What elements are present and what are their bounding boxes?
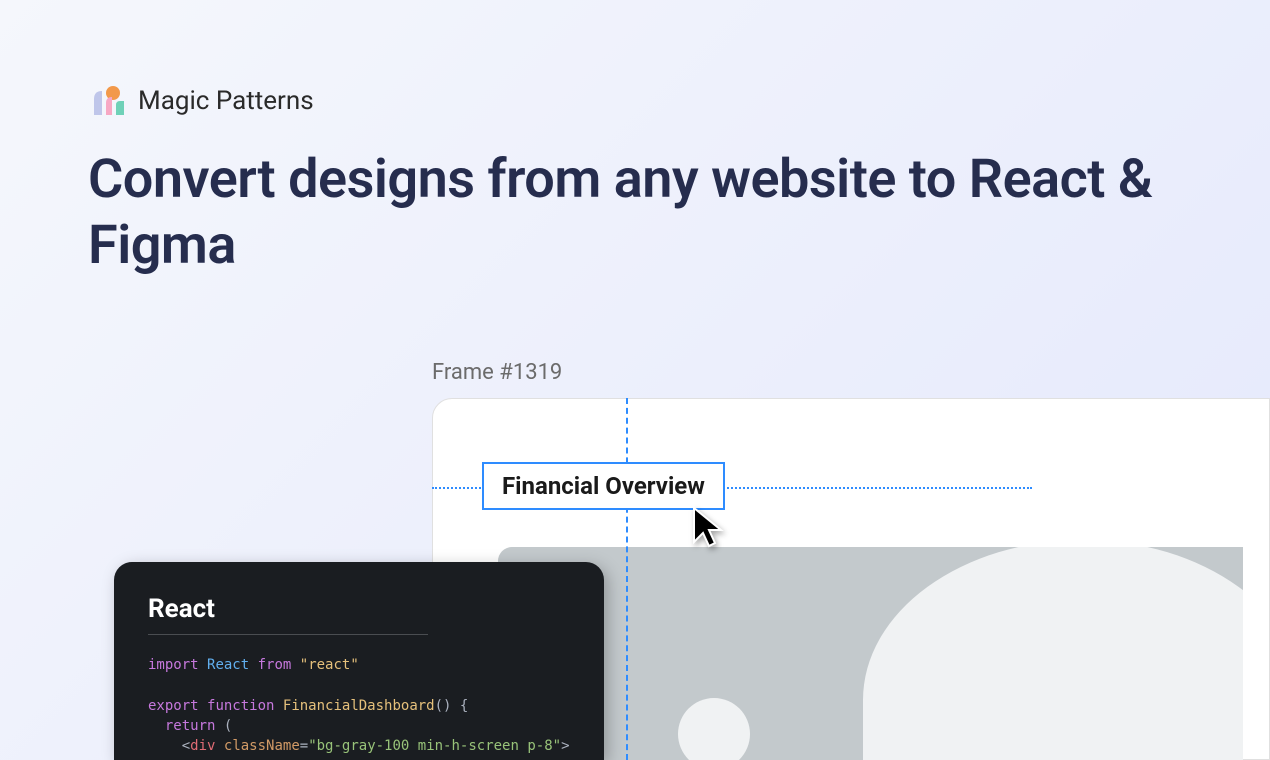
code-token: className xyxy=(224,738,300,754)
code-token: < xyxy=(182,738,190,754)
code-panel-title: React xyxy=(148,594,428,635)
code-token: > xyxy=(561,738,569,754)
placeholder-mountain-icon xyxy=(863,547,1243,760)
placeholder-image xyxy=(498,547,1243,760)
code-token: () xyxy=(435,698,452,714)
code-token: import xyxy=(148,657,199,673)
frame-label: Frame #1319 xyxy=(432,360,562,385)
code-panel: React import React from "react" export f… xyxy=(114,562,604,760)
code-token: "bg-gray-100 min-h-screen p-8" xyxy=(308,738,561,754)
code-token: function xyxy=(207,698,274,714)
code-token: from xyxy=(258,657,292,673)
page-headline: Convert designs from any website to Reac… xyxy=(0,117,1270,279)
code-token: export xyxy=(148,698,199,714)
code-block: import React from "react" export functio… xyxy=(148,655,570,756)
cursor-icon xyxy=(692,506,728,554)
selection-text: Financial Overview xyxy=(502,472,705,500)
code-token: React xyxy=(207,657,249,673)
code-token: { xyxy=(460,698,468,714)
brand-name: Magic Patterns xyxy=(138,86,314,116)
figma-guide-vertical xyxy=(626,398,628,760)
figma-selection[interactable]: Financial Overview xyxy=(482,462,725,510)
brand-header: Magic Patterns xyxy=(0,0,1270,117)
placeholder-sun-icon xyxy=(678,698,750,760)
code-token: = xyxy=(300,738,308,754)
code-token: ( xyxy=(224,718,232,734)
brand-logo-icon xyxy=(92,85,124,117)
code-token: return xyxy=(165,718,216,734)
code-token: div xyxy=(190,738,215,754)
code-token: "react" xyxy=(300,657,359,673)
code-token: FinancialDashboard xyxy=(283,698,435,714)
